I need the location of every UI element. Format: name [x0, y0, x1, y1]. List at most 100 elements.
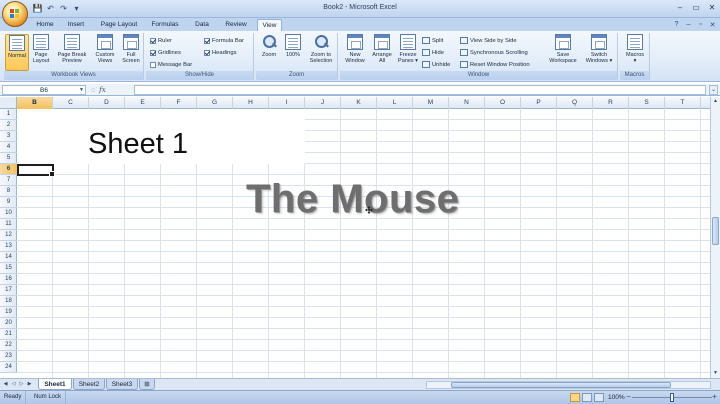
synchronous-scrolling-button[interactable]: Synchronous Scrolling [460, 48, 528, 57]
macros-button[interactable]: Macros ▾ [622, 34, 648, 64]
hide-button[interactable]: Hide [422, 48, 444, 57]
help-icon[interactable]: ? [672, 20, 681, 29]
split-button[interactable]: Split [422, 36, 443, 45]
tab-home[interactable]: Home [32, 19, 58, 31]
name-box[interactable]: B6 ▼ [2, 85, 86, 95]
row-header-20[interactable]: 20 [0, 318, 17, 329]
row-header-6[interactable]: 6 [0, 164, 17, 175]
expand-formula-bar-icon[interactable]: ⌄ [709, 85, 718, 95]
column-header-n[interactable]: N [449, 97, 485, 109]
scroll-down-icon[interactable]: ▼ [711, 369, 720, 378]
column-header-g[interactable]: G [197, 97, 233, 109]
sheet-tab-sheet3[interactable]: Sheet3 [106, 379, 138, 390]
zoom-100-button[interactable]: 100% [282, 34, 304, 58]
tab-formulas[interactable]: Formulas [148, 19, 182, 31]
sheet-tab-sheet2[interactable]: Sheet2 [73, 379, 105, 390]
column-header-t[interactable]: T [665, 97, 701, 109]
column-header-l[interactable]: L [377, 97, 413, 109]
column-header-s[interactable]: S [629, 97, 665, 109]
row-header-18[interactable]: 18 [0, 296, 17, 307]
save-workspace-button[interactable]: Save Workspace [546, 34, 580, 64]
formula-input[interactable] [134, 85, 706, 95]
row-header-24[interactable]: 24 [0, 362, 17, 373]
tab-page-layout[interactable]: Page Layout [99, 19, 139, 31]
minimize-icon[interactable]: – [674, 2, 686, 12]
row-header-21[interactable]: 21 [0, 329, 17, 340]
tab-insert[interactable]: Insert [63, 19, 89, 31]
row-header-14[interactable]: 14 [0, 252, 17, 263]
tab-review[interactable]: Review [222, 19, 250, 31]
row-header-9[interactable]: 9 [0, 197, 17, 208]
row-header-3[interactable]: 3 [0, 131, 17, 142]
full-screen-button[interactable]: Full Screen [119, 34, 143, 64]
row-header-4[interactable]: 4 [0, 142, 17, 153]
column-header-p[interactable]: P [521, 97, 557, 109]
column-header-r[interactable]: R [593, 97, 629, 109]
headings-checkbox[interactable]: Headings [204, 48, 237, 57]
horizontal-scrollbar[interactable] [426, 381, 711, 389]
formula-cancel-icon[interactable]: ◌ [91, 87, 95, 94]
scroll-up-icon[interactable]: ▲ [711, 97, 720, 106]
formula-bar-checkbox[interactable]: Formula Bar [204, 36, 244, 45]
row-header-23[interactable]: 23 [0, 351, 17, 362]
last-sheet-icon[interactable]: ▶ [27, 381, 32, 387]
column-header-c[interactable]: C [53, 97, 89, 109]
zoom-slider-knob[interactable] [670, 393, 674, 402]
column-header-q[interactable]: Q [557, 97, 593, 109]
reset-window-position-button[interactable]: Reset Window Position [460, 60, 530, 69]
column-header-e[interactable]: E [125, 97, 161, 109]
zoom-slider[interactable] [632, 393, 712, 402]
freeze-panes-button[interactable]: Freeze Panes ▾ [396, 34, 420, 64]
row-header-15[interactable]: 15 [0, 263, 17, 274]
row-header-5[interactable]: 5 [0, 153, 17, 164]
column-header-f[interactable]: F [161, 97, 197, 109]
row-header-16[interactable]: 16 [0, 274, 17, 285]
maximize-icon[interactable]: ▭ [690, 2, 702, 12]
zoom-button[interactable]: Zoom [258, 34, 280, 58]
sheet-1-text-box[interactable]: Sheet 1 [88, 128, 188, 161]
gridlines-checkbox[interactable]: Gridlines [150, 48, 181, 57]
ribbon-minimize-icon[interactable]: – [684, 20, 693, 29]
row-header-22[interactable]: 22 [0, 340, 17, 351]
prev-sheet-icon[interactable]: ◁ [11, 381, 16, 387]
unhide-button[interactable]: Unhide [422, 60, 450, 69]
row-header-8[interactable]: 8 [0, 186, 17, 197]
next-sheet-icon[interactable]: ▷ [19, 381, 24, 387]
select-all-corner[interactable] [0, 97, 17, 109]
row-header-12[interactable]: 12 [0, 230, 17, 241]
row-header-17[interactable]: 17 [0, 285, 17, 296]
zoom-to-selection-button[interactable]: Zoom to Selection [306, 34, 336, 64]
sheet-tab-sheet1[interactable]: Sheet1 [38, 379, 72, 390]
zoom-in-icon[interactable]: + [710, 392, 719, 402]
row-header-7[interactable]: 7 [0, 175, 17, 186]
row-header-2[interactable]: 2 [0, 120, 17, 131]
column-header-i[interactable]: I [269, 97, 305, 109]
row-header-13[interactable]: 13 [0, 241, 17, 252]
column-header-b[interactable]: B [17, 97, 53, 109]
column-header-o[interactable]: O [485, 97, 521, 109]
custom-views-button[interactable]: Custom Views [92, 34, 118, 64]
ribbon-close-icon[interactable]: ✕ [708, 20, 717, 29]
close-icon[interactable]: ✕ [706, 2, 718, 12]
horizontal-scroll-thumb[interactable] [451, 382, 671, 388]
ribbon-restore-icon[interactable]: ▫ [696, 20, 705, 29]
vertical-scrollbar[interactable]: ▲ ▼ [710, 97, 720, 378]
insert-function-icon[interactable]: fx [99, 86, 106, 94]
page-break-preview-button[interactable]: Page Break Preview [54, 34, 90, 64]
page-break-shortcut-icon[interactable] [594, 393, 604, 402]
ruler-checkbox[interactable]: Ruler [150, 36, 172, 45]
row-header-11[interactable]: 11 [0, 219, 17, 230]
column-header-h[interactable]: H [233, 97, 269, 109]
normal-view-button[interactable]: Normal [5, 34, 29, 71]
page-layout-button[interactable]: Page Layout [30, 34, 52, 64]
tab-view[interactable]: View [257, 19, 282, 31]
tab-data[interactable]: Data [191, 19, 213, 31]
switch-windows-button[interactable]: Switch Windows ▾ [582, 34, 616, 64]
page-layout-shortcut-icon[interactable] [582, 393, 592, 402]
new-window-button[interactable]: New Window [342, 34, 368, 64]
message-bar-checkbox[interactable]: Message Bar [150, 60, 192, 69]
zoom-level[interactable]: 100% [608, 391, 625, 404]
the-mouse-wordart[interactable]: The Mouse [246, 177, 459, 222]
column-header-k[interactable]: K [341, 97, 377, 109]
column-header-d[interactable]: D [89, 97, 125, 109]
